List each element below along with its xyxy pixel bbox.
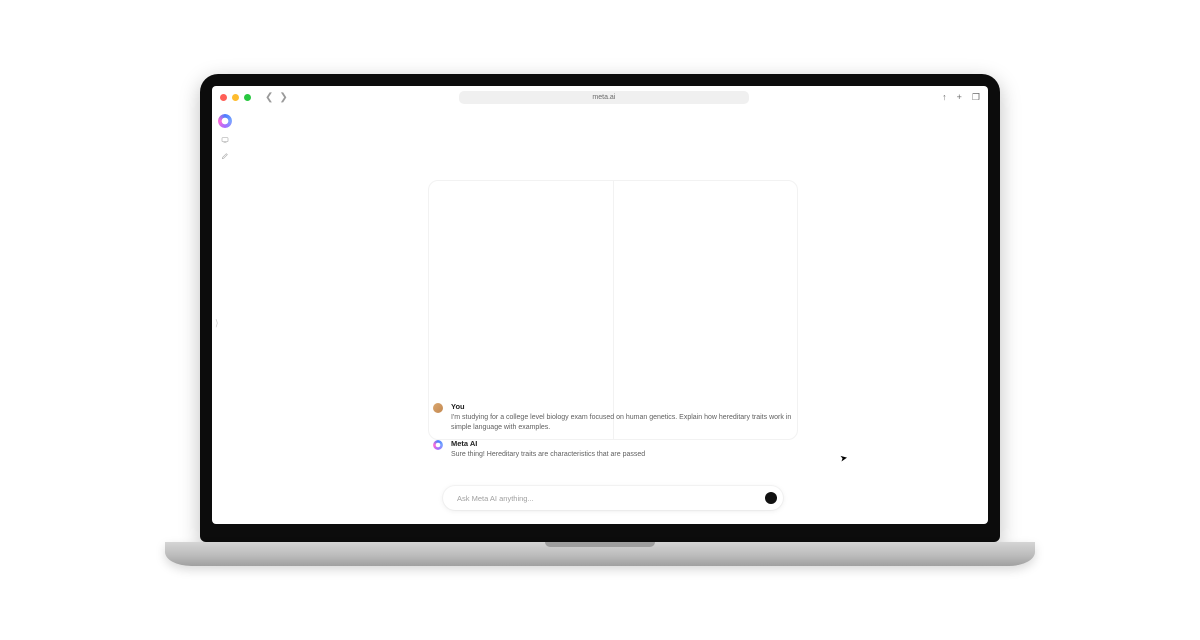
chat-icon[interactable] xyxy=(221,136,229,144)
minimize-icon[interactable] xyxy=(232,94,239,101)
user-name: You xyxy=(451,402,793,413)
app-body: ⟩ You I'm studying for a college level b… xyxy=(212,108,988,524)
screen-bezel: ❮ ❯ meta.ai ↑ + ❐ xyxy=(200,74,1000,542)
sidebar xyxy=(212,108,238,524)
edit-icon[interactable] xyxy=(221,152,229,160)
forward-button[interactable]: ❯ xyxy=(279,92,287,103)
browser-actions: ↑ + ❐ xyxy=(920,92,980,103)
user-message: You I'm studying for a college level bio… xyxy=(433,402,793,433)
user-avatar-icon xyxy=(433,403,443,413)
ai-message: Meta AI Sure thing! Hereditary traits ar… xyxy=(433,439,793,460)
prompt-placeholder: Ask Meta AI anything... xyxy=(457,494,757,503)
browser-toolbar: ❮ ❯ meta.ai ↑ + ❐ xyxy=(212,86,988,108)
laptop-frame: ❮ ❯ meta.ai ↑ + ❐ xyxy=(200,74,1000,566)
url-bar-container: meta.ai xyxy=(294,91,914,104)
user-message-text: I'm studying for a college level biology… xyxy=(451,413,793,433)
nav-arrows: ❮ ❯ xyxy=(265,92,288,103)
back-button[interactable]: ❮ xyxy=(265,92,273,103)
cursor-icon: ➤ xyxy=(840,452,849,464)
prompt-input[interactable]: Ask Meta AI anything... xyxy=(443,486,783,510)
ai-message-text: Sure thing! Hereditary traits are charac… xyxy=(451,450,793,460)
url-text: meta.ai xyxy=(592,94,615,101)
sidebar-expand-icon[interactable]: ⟩ xyxy=(215,318,219,329)
window-controls[interactable] xyxy=(220,94,251,101)
new-tab-icon[interactable]: + xyxy=(957,92,962,103)
main-area: You I'm studying for a college level bio… xyxy=(238,108,988,524)
screen: ❮ ❯ meta.ai ↑ + ❐ xyxy=(212,86,988,524)
ai-name: Meta AI xyxy=(451,439,793,450)
meta-ai-avatar-icon xyxy=(433,440,443,450)
chat-thread: You I'm studying for a college level bio… xyxy=(433,402,793,466)
share-icon[interactable]: ↑ xyxy=(942,92,947,103)
tabs-icon[interactable]: ❐ xyxy=(972,92,980,103)
close-icon[interactable] xyxy=(220,94,227,101)
meta-ai-logo-icon[interactable] xyxy=(218,114,232,128)
send-button[interactable] xyxy=(765,492,777,504)
laptop-base xyxy=(165,542,1035,566)
maximize-icon[interactable] xyxy=(244,94,251,101)
url-bar[interactable]: meta.ai xyxy=(459,91,749,104)
